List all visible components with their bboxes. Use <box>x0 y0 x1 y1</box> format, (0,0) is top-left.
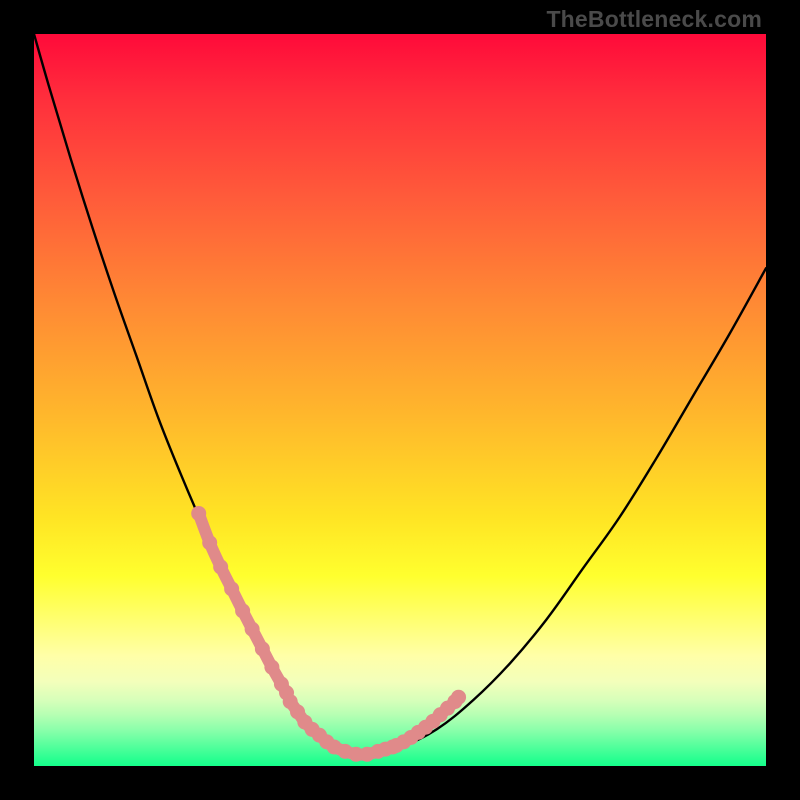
left-highlight-dot <box>264 660 279 675</box>
left-highlight-dot <box>255 641 270 656</box>
chart-svg <box>34 34 766 766</box>
bottleneck-curve <box>34 34 766 755</box>
left-highlight-dot <box>235 603 250 618</box>
right-highlight-dot <box>451 690 466 705</box>
highlight-overlay <box>191 506 466 762</box>
left-highlight-dot <box>202 535 217 550</box>
chart-frame: TheBottleneck.com <box>0 0 800 800</box>
left-highlight-dot <box>245 622 260 637</box>
watermark-label: TheBottleneck.com <box>546 6 762 33</box>
plot-area <box>34 34 766 766</box>
curve-path <box>34 34 766 755</box>
left-highlight-dot <box>213 559 228 574</box>
left-highlight-dot <box>224 581 239 596</box>
left-highlight-dot <box>191 506 206 521</box>
